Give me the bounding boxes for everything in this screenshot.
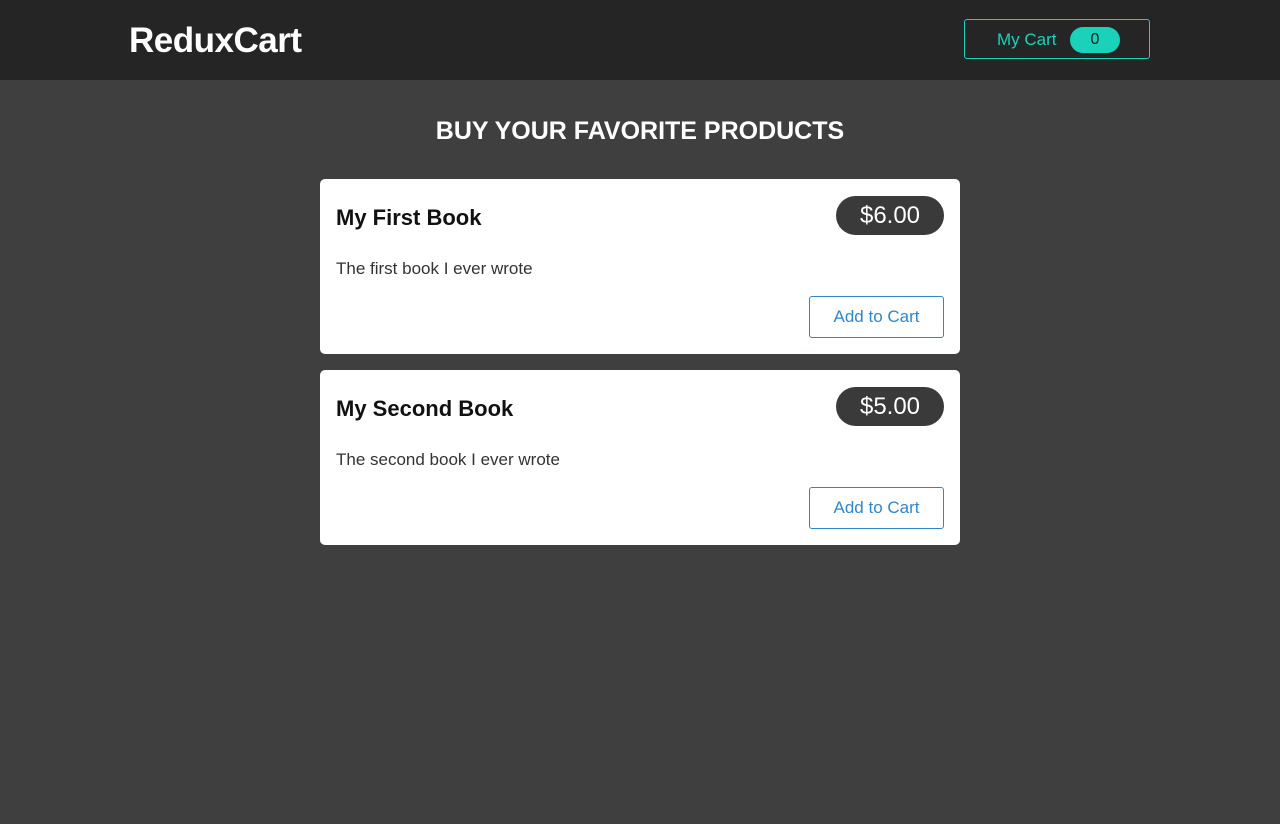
app-header: ReduxCart My Cart 0 [0, 0, 1280, 80]
product-title: My First Book [336, 205, 482, 230]
add-to-cart-button[interactable]: Add to Cart [809, 296, 944, 338]
product-card: My First Book $6.00 The first book I eve… [320, 179, 960, 354]
product-title: My Second Book [336, 396, 514, 421]
product-card: My Second Book $5.00 The second book I e… [320, 370, 960, 545]
add-to-cart-button[interactable]: Add to Cart [809, 487, 944, 529]
cart-count-badge: 0 [1070, 27, 1120, 53]
product-description: The first book I ever wrote [336, 259, 533, 278]
price-badge: $5.00 [836, 387, 944, 426]
cart-button-label: My Cart [997, 30, 1057, 49]
page-title: BUY YOUR FAVORITE PRODUCTS [435, 117, 845, 145]
my-cart-button[interactable]: My Cart 0 [964, 19, 1150, 59]
product-list: My First Book $6.00 The first book I eve… [320, 179, 960, 561]
price-badge: $6.00 [836, 196, 944, 235]
app-logo: ReduxCart [129, 21, 302, 60]
product-description: The second book I ever wrote [336, 450, 560, 469]
